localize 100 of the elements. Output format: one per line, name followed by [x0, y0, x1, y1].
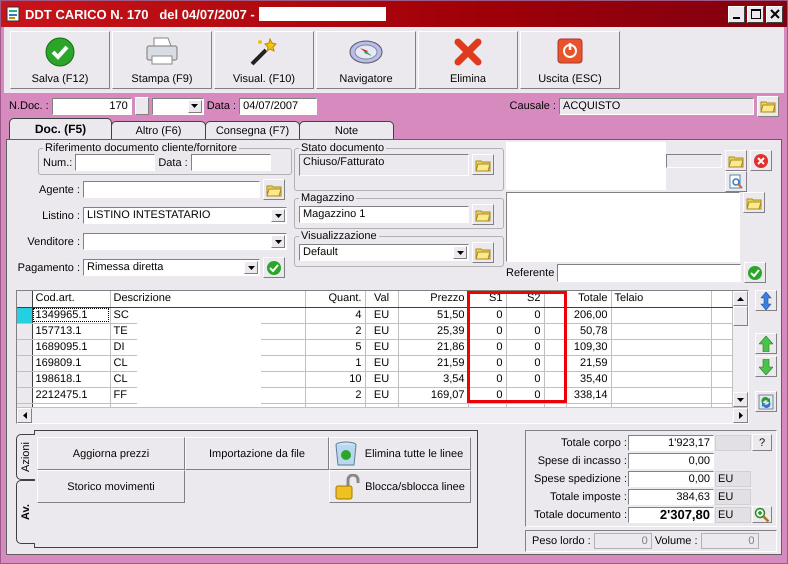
text-field[interactable] [557, 264, 742, 282]
table-cell: 4 [305, 307, 365, 323]
action-button[interactable]: Importazione da file [185, 437, 329, 470]
dropdown-field[interactable]: Rimessa diretta [83, 259, 260, 276]
square-button[interactable] [134, 97, 149, 115]
toolbar-button[interactable]: Visual. (F10) [214, 31, 314, 89]
folder-button[interactable] [743, 192, 765, 213]
scroll-left-icon [22, 412, 26, 419]
folder-icon [266, 182, 282, 196]
dropdown-field[interactable]: LISTINO INTESTATARIO [83, 207, 287, 224]
tab[interactable]: Consegna (F7) [205, 121, 300, 139]
magic-wand-icon [248, 36, 280, 68]
group-title: Visualizzazione [300, 230, 378, 242]
toolbar-button[interactable]: Salva (F12) [10, 31, 110, 89]
preview-button[interactable] [725, 171, 747, 192]
folder-button[interactable] [263, 179, 285, 200]
scrollbar-thumb[interactable] [733, 306, 748, 326]
table-cell: 0 [506, 307, 544, 323]
total-label: Totale corpo : [560, 436, 627, 448]
dropdown-field[interactable] [83, 233, 287, 250]
toolbar-button[interactable]: Stampa (F9) [112, 31, 212, 89]
column-header[interactable]: Quant. [305, 291, 365, 307]
currency-unit: EU [715, 506, 751, 522]
window-title: DDT CARICO N. 170 del 04/07/2007 - [25, 6, 255, 22]
confirm-button[interactable] [263, 257, 285, 278]
action-button[interactable]: Blocca/sblocca linee [329, 470, 471, 503]
field-label: Listino : [41, 210, 80, 222]
folder-icon [475, 158, 491, 172]
text-field[interactable] [83, 181, 260, 198]
folder-button[interactable] [472, 242, 494, 263]
toolbar-button[interactable]: Elimina [418, 31, 518, 89]
table-cell: 0 [506, 371, 544, 387]
tab[interactable]: Doc. (F5) [9, 118, 112, 139]
side-tab[interactable]: Av. [16, 480, 35, 544]
total-label: Totale documento : [533, 508, 627, 520]
dropdown-field[interactable]: Default [299, 244, 469, 261]
total-value: 2'307,80 [628, 506, 714, 522]
number-field[interactable] [75, 154, 156, 171]
table-cell: EU [365, 371, 398, 387]
toolbar-button[interactable]: Uscita (ESC) [520, 31, 620, 89]
column-header[interactable]: Descrizione [110, 291, 305, 307]
column-header[interactable]: Prezzo [398, 291, 468, 307]
column-header[interactable]: Totale [566, 291, 611, 307]
minimize-button[interactable] [728, 6, 745, 22]
group-title: Magazzino [300, 192, 356, 204]
table-cell: EU [365, 323, 398, 339]
zoom-button[interactable] [752, 506, 772, 523]
table-cell: 5 [305, 339, 365, 355]
tab[interactable]: Altro (F6) [111, 121, 206, 139]
column-header[interactable]: Val [365, 291, 398, 307]
scroll-down-icon [737, 398, 744, 402]
weight-field: 0 [594, 533, 652, 549]
action-button[interactable]: Storico movimenti [37, 470, 185, 503]
warehouse-field[interactable]: Magazzino 1 [299, 206, 469, 223]
total-label: Spese di incasso : [536, 454, 627, 466]
search-icon [728, 174, 744, 190]
volume-label: Volume : [654, 535, 698, 547]
tab[interactable]: Note [299, 121, 394, 139]
horizontal-scrollbar[interactable] [17, 407, 748, 423]
toolbar-button[interactable]: Navigatore [316, 31, 416, 89]
refresh-button[interactable] [755, 391, 777, 412]
date-field[interactable] [190, 154, 271, 171]
row-indicator[interactable] [17, 307, 32, 323]
column-header[interactable]: Cod.art. [32, 291, 110, 307]
sort-button[interactable] [755, 290, 777, 311]
app-icon [5, 6, 21, 22]
table-cell: EU [365, 307, 398, 323]
document-number-field[interactable]: 170 [52, 98, 132, 114]
field-label: Data : [158, 156, 188, 168]
help-button[interactable]: ? [752, 434, 772, 451]
move-up-button[interactable] [755, 333, 777, 354]
folder-button[interactable] [757, 96, 779, 116]
table-cell: 0 [506, 339, 544, 355]
close-button[interactable] [766, 6, 783, 22]
date-field[interactable]: 04/07/2007 [239, 98, 318, 114]
vertical-scrollbar[interactable] [733, 291, 748, 407]
confirm-button[interactable] [744, 262, 766, 283]
move-down-button[interactable] [755, 356, 777, 377]
table-cell: 0 [506, 323, 544, 339]
close-icon [770, 9, 780, 19]
group-title: Stato documento [300, 142, 386, 154]
side-tab[interactable]: Azioni [16, 434, 35, 480]
field-label: Pagamento : [16, 262, 80, 274]
causale-field[interactable]: ACQUISTO [559, 98, 754, 114]
action-button[interactable]: Aggiorna prezzi [37, 437, 185, 470]
clear-button[interactable] [750, 150, 772, 171]
action-button[interactable]: Elimina tutte le linee [329, 437, 471, 470]
total-label: Totale imposte : [548, 490, 627, 502]
folder-button[interactable] [725, 150, 747, 171]
folder-button[interactable] [472, 154, 494, 175]
table-cell: 1 [305, 355, 365, 371]
folder-button[interactable] [472, 204, 494, 225]
trash-icon [334, 440, 358, 466]
maximize-button[interactable] [747, 6, 764, 22]
dropdown-field[interactable] [152, 98, 204, 114]
field-label: Num.: [43, 156, 72, 168]
scroll-right-icon [738, 412, 742, 419]
column-header[interactable]: Telaio [611, 291, 711, 307]
currency-unit: EU [715, 488, 751, 504]
table-cell: 10 [305, 371, 365, 387]
